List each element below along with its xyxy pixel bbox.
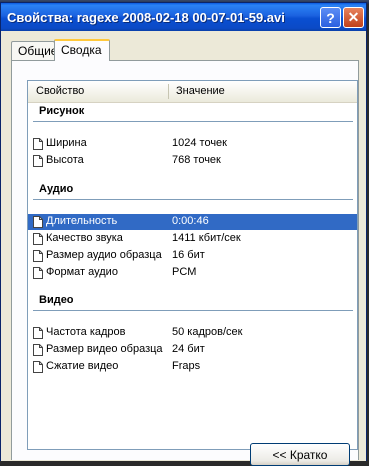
property-value: 0:00:46	[172, 215, 209, 227]
property-value: 24 бит	[172, 343, 205, 355]
document-icon	[33, 344, 43, 356]
group-header: Видео	[39, 294, 74, 306]
window-title: Свойства: ragexe 2008-02-18 00-07-01-59.…	[7, 10, 285, 25]
brief-button[interactable]: << Кратко	[250, 443, 350, 466]
property-value: 768 точек	[172, 154, 221, 166]
title-bar[interactable]: Свойства: ragexe 2008-02-18 00-07-01-59.…	[1, 3, 366, 31]
property-row[interactable]: Сжатие видео Fraps	[28, 359, 357, 375]
tab-general[interactable]: Общие	[11, 41, 57, 61]
properties-dialog: Свойства: ragexe 2008-02-18 00-07-01-59.…	[0, 2, 367, 466]
group-header: Аудио	[39, 183, 74, 195]
help-button[interactable]: ?	[320, 7, 341, 28]
property-name: Качество звука	[46, 232, 123, 244]
document-icon	[33, 327, 43, 339]
close-icon: ✕	[347, 9, 360, 25]
help-icon: ?	[326, 9, 335, 26]
document-icon	[33, 361, 43, 373]
document-icon	[33, 250, 43, 262]
property-name: Высота	[46, 154, 84, 166]
list-header: Свойство Значение	[28, 81, 357, 103]
document-icon	[33, 233, 43, 245]
group-header: Рисунок	[39, 105, 85, 117]
property-name: Ширина	[46, 137, 87, 149]
property-row[interactable]: Качество звука 1411 кбит/сек	[28, 231, 357, 247]
property-value: 1411 кбит/сек	[172, 232, 241, 244]
property-value: 1024 точек	[172, 137, 227, 149]
document-icon	[33, 267, 43, 279]
property-value: 50 кадров/сек	[172, 326, 243, 338]
group-divider	[33, 121, 353, 122]
property-value: Fraps	[172, 360, 201, 372]
document-icon	[33, 138, 43, 150]
column-header-property[interactable]: Свойство	[36, 85, 84, 97]
group-divider	[33, 310, 353, 311]
close-button[interactable]: ✕	[343, 7, 364, 28]
property-name: Длительность	[46, 215, 118, 227]
document-icon	[33, 216, 43, 228]
property-value: 16 бит	[172, 249, 205, 261]
property-row[interactable]: Размер аудио образца 16 бит	[28, 248, 357, 264]
tab-panel-summary: Свойство Значение Рисунок Ширина 1024 точе…	[11, 60, 359, 460]
property-name: Формат аудио	[46, 266, 118, 278]
property-name: Частота кадров	[46, 326, 126, 338]
group-divider	[33, 199, 353, 200]
property-value: PCM	[172, 266, 197, 278]
property-row[interactable]: Формат аудио PCM	[28, 265, 357, 281]
property-name: Сжатие видео	[46, 360, 119, 372]
property-row[interactable]: Ширина 1024 точек	[28, 136, 357, 152]
column-divider[interactable]	[168, 84, 169, 99]
property-name: Размер видео образца	[46, 343, 163, 355]
property-row[interactable]: Частота кадров 50 кадров/сек	[28, 325, 357, 341]
column-header-value[interactable]: Значение	[176, 85, 225, 97]
property-row[interactable]: Высота 768 точек	[28, 153, 357, 169]
tab-summary[interactable]: Сводка	[54, 39, 110, 61]
property-row[interactable]: Длительность 0:00:46	[28, 214, 357, 230]
properties-list[interactable]: Свойство Значение Рисунок Ширина 1024 точе…	[27, 80, 358, 450]
document-icon	[33, 155, 43, 167]
property-name: Размер аудио образца	[46, 249, 162, 261]
property-row[interactable]: Размер видео образца 24 бит	[28, 342, 357, 358]
